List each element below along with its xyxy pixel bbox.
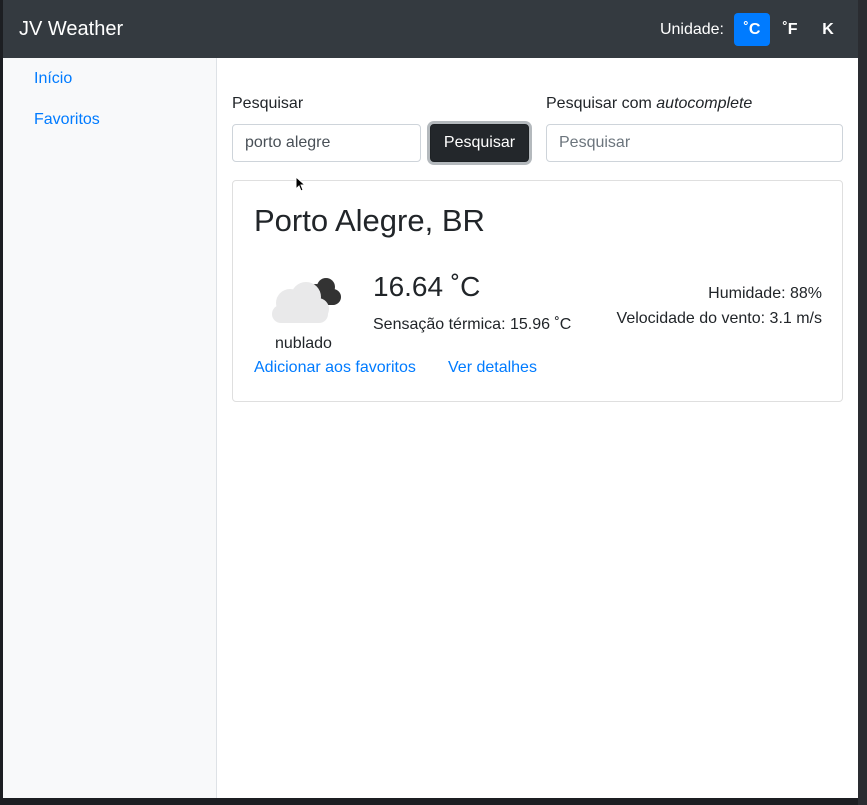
temperature-value: 16.64 ˚C: [373, 271, 481, 302]
mouse-pointer-icon: [295, 176, 305, 192]
view-details-link[interactable]: Ver detalhes: [448, 359, 537, 377]
sidebar: Início Favoritos: [3, 58, 217, 798]
feels-like-text: Sensação térmica: 15.96 ˚C: [373, 316, 572, 333]
desktop-background: [858, 0, 867, 805]
search-label: Pesquisar: [232, 95, 304, 112]
search-input[interactable]: [232, 124, 421, 162]
autocomplete-label-prefix: Pesquisar com: [546, 95, 657, 112]
weather-card: Porto Alegre, BR nublado 16.64 ˚C Sensaç…: [232, 180, 843, 402]
sidebar-item-inicio[interactable]: Início: [34, 70, 72, 88]
autocomplete-label-emphasis: autocomplete: [656, 95, 753, 112]
condition-text: nublado: [275, 335, 332, 352]
add-favorite-link[interactable]: Adicionar aos favoritos: [254, 359, 416, 377]
weather-stats: Humidade: 88% Velocidade do vento: 3.1 m…: [617, 281, 822, 331]
unit-label: Unidade:: [659, 20, 724, 38]
unit-button-kelvin[interactable]: K: [810, 13, 846, 46]
humidity-text: Humidade: 88%: [708, 285, 822, 302]
unit-button-fahrenheit[interactable]: ˚F: [772, 13, 808, 46]
navbar: JV Weather Unidade: ˚C ˚F K: [3, 0, 858, 58]
main-content: Pesquisar Pesquisar Pesquisar com autoco…: [217, 58, 858, 798]
unit-selector: Unidade: ˚C ˚F K: [660, 13, 846, 46]
wind-speed-text: Velocidade do vento: 3.1 m/s: [616, 310, 822, 327]
brand-title[interactable]: JV Weather: [19, 17, 123, 41]
unit-button-celsius[interactable]: ˚C: [734, 13, 770, 46]
search-button[interactable]: Pesquisar: [430, 124, 529, 162]
app-window: JV Weather Unidade: ˚C ˚F K Início Favor…: [3, 0, 858, 798]
autocomplete-search-input[interactable]: [546, 124, 843, 162]
cloudy-icon: [272, 278, 341, 323]
sidebar-item-favoritos[interactable]: Favoritos: [34, 111, 100, 129]
autocomplete-label: Pesquisar com autocomplete: [546, 95, 752, 113]
city-title: Porto Alegre, BR: [254, 203, 485, 238]
